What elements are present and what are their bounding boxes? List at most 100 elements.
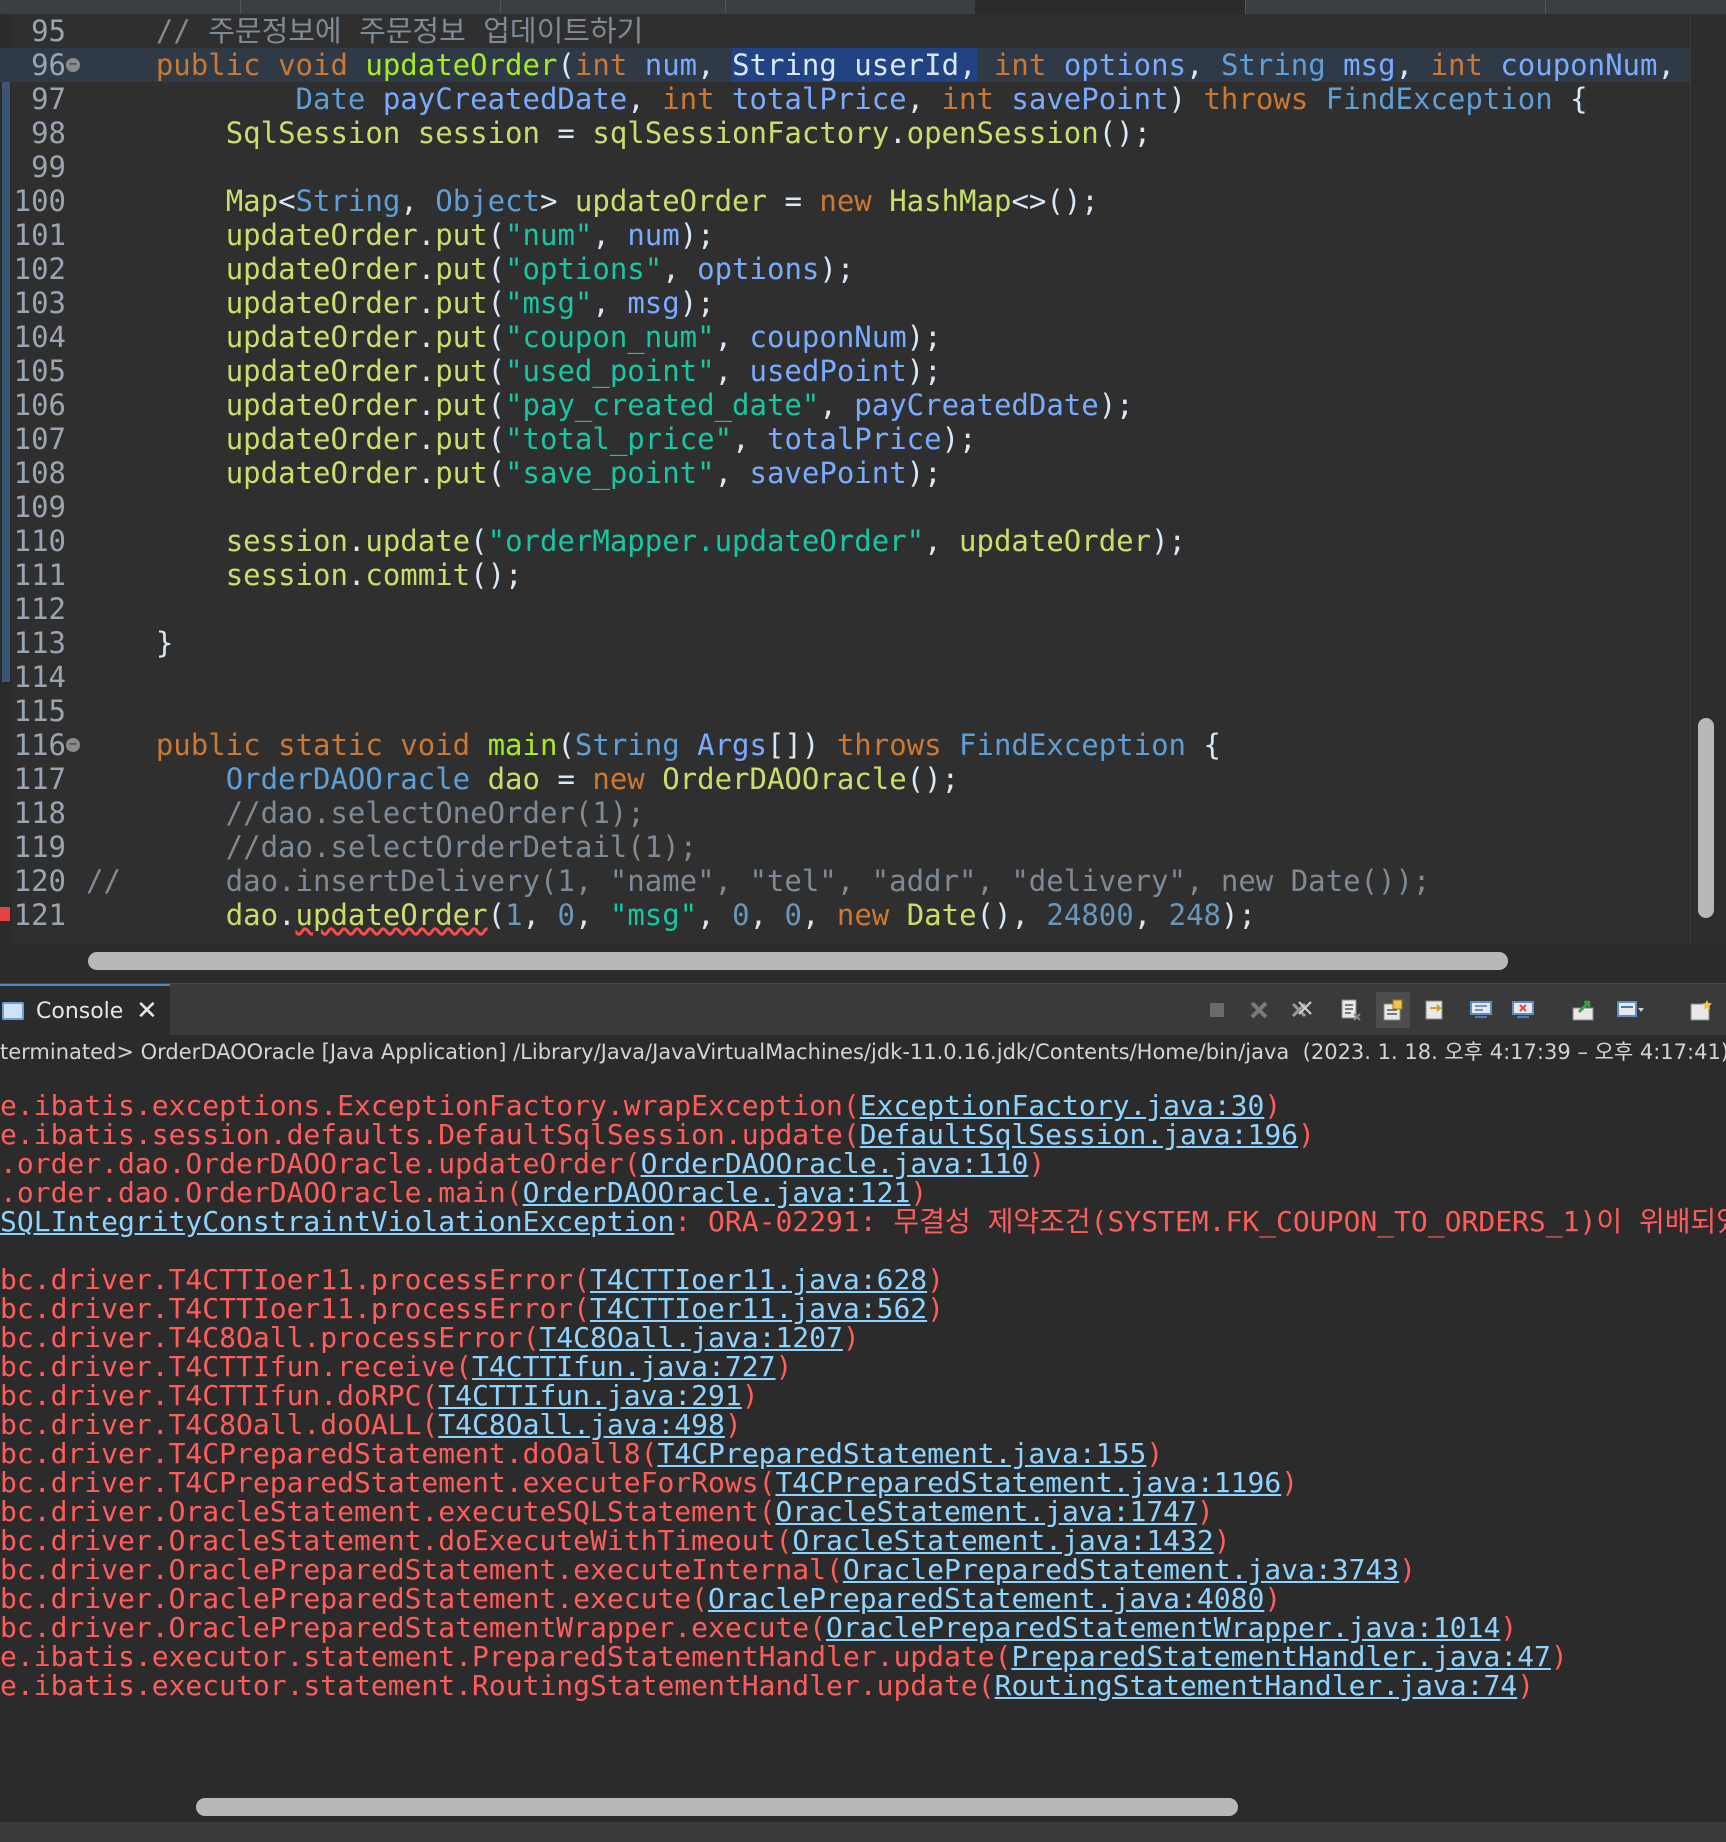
line-number: 99	[31, 150, 66, 184]
code-line[interactable]: 115	[0, 694, 1690, 728]
stack-frame-text: )	[741, 1379, 759, 1412]
line-number: 115	[13, 694, 66, 728]
code-line[interactable]: 96− public void updateOrder(int num, Str…	[0, 48, 1726, 82]
display-console-dropdown[interactable]	[1610, 992, 1650, 1028]
code-line[interactable]: 117 OrderDAOOracle dao = new OrderDAOOra…	[0, 762, 1690, 796]
stack-frame-text: )	[927, 1292, 945, 1325]
line-number: 96	[31, 48, 66, 82]
code-line[interactable]: 98 SqlSession session = sqlSessionFactor…	[0, 116, 1690, 150]
terminate-icon	[1210, 1003, 1224, 1017]
show-console-on-error-button[interactable]	[1506, 992, 1540, 1028]
editor-tab[interactable]	[0, 0, 241, 14]
stack-frame-text: )	[1298, 1118, 1315, 1151]
code-line[interactable]: 105 updateOrder.put("used_point", usedPo…	[0, 354, 1690, 388]
remove-all-icon	[1291, 1001, 1312, 1018]
code-line[interactable]: 114	[0, 660, 1690, 694]
remove-launch-button[interactable]	[1242, 992, 1276, 1028]
editor-tab-active[interactable]	[975, 0, 1246, 14]
stack-frame-text: )	[775, 1350, 793, 1383]
code-line[interactable]: 121 dao.updateOrder(1, 0, "msg", 0, 0, n…	[0, 898, 1690, 932]
code-text: updateOrder.put("save_point", savePoint)…	[225, 456, 942, 490]
code-text: updateOrder.put("options", options);	[225, 252, 855, 286]
word-wrap-icon	[1425, 1000, 1443, 1020]
clear-console-button[interactable]	[1334, 992, 1368, 1028]
console-line: SQLIntegrityConstraintViolationException…	[0, 1205, 1726, 1239]
line-number: 118	[13, 796, 66, 830]
pin-console-button[interactable]	[1566, 992, 1600, 1028]
display-console-icon	[1617, 1001, 1644, 1017]
line-number: 102	[13, 252, 66, 286]
code-line[interactable]: 101 updateOrder.put("num", num);	[0, 218, 1690, 252]
code-editor[interactable]: 95 // 주문정보에 주문정보 업데이트하기 96− public void u…	[0, 14, 1726, 944]
code-line[interactable]: 95 // 주문정보에 주문정보 업데이트하기	[0, 14, 1690, 48]
code-line[interactable]: 120 // dao.insertDelivery(1, "name", "tel…	[0, 864, 1690, 898]
code-line[interactable]: 111 session.commit();	[0, 558, 1690, 592]
word-wrap-button[interactable]	[1418, 992, 1452, 1028]
code-text: // dao.insertDelivery(1, "name", "tel", …	[86, 864, 1431, 898]
editor-horizontal-scrollbar[interactable]	[88, 952, 1508, 970]
code-text: updateOrder.put("total_price", totalPric…	[225, 422, 977, 456]
line-number: 109	[13, 490, 66, 524]
editor-tab[interactable]	[500, 0, 726, 14]
line-number: 101	[13, 218, 66, 252]
code-text: //dao.selectOneOrder(1);	[86, 796, 645, 830]
code-line[interactable]: 113 }	[0, 626, 1690, 660]
code-line[interactable]: 108 updateOrder.put("save_point", savePo…	[0, 456, 1690, 490]
fold-toggle-icon[interactable]: −	[66, 738, 80, 752]
editor-tab-strip	[0, 0, 1726, 14]
show-console-on-output-button[interactable]	[1464, 992, 1498, 1028]
code-line[interactable]: 118 //dao.selectOneOrder(1);	[0, 796, 1690, 830]
source-link[interactable]: SQLIntegrityConstraintViolationException	[0, 1205, 674, 1238]
terminate-button[interactable]	[1200, 992, 1234, 1028]
code-line[interactable]: 119 //dao.selectOrderDetail(1);	[0, 830, 1690, 864]
code-line[interactable]: 104 updateOrder.put("coupon_num", coupon…	[0, 320, 1690, 354]
code-line[interactable]: 112	[0, 592, 1690, 626]
editor-tab[interactable]	[725, 0, 976, 14]
code-text: session.update("orderMapper.updateOrder"…	[225, 524, 1187, 558]
editor-vertical-scrollbar[interactable]	[1698, 718, 1714, 918]
source-link[interactable]: RoutingStatementHandler.java:74	[995, 1669, 1518, 1702]
code-line[interactable]: 116− public static void main(String Args…	[0, 728, 1690, 762]
line-number: 104	[13, 320, 66, 354]
line-number: 95	[31, 14, 66, 48]
line-number: 119	[13, 830, 66, 864]
editor-tab[interactable]	[1245, 0, 1546, 14]
code-line[interactable]: 100 Map<String, Object> updateOrder = ne…	[0, 184, 1690, 218]
remove-all-button[interactable]	[1284, 992, 1318, 1028]
code-line[interactable]: 102 updateOrder.put("options", options);	[0, 252, 1690, 286]
line-number: 98	[31, 116, 66, 150]
code-line[interactable]: 110 session.update("orderMapper.updateOr…	[0, 524, 1690, 558]
code-line[interactable]: 103 updateOrder.put("msg", msg);	[0, 286, 1690, 320]
open-console-button[interactable]	[1684, 992, 1718, 1028]
console-process-status: terminated> OrderDAOOracle [Java Applica…	[0, 1035, 1726, 1069]
line-number: 97	[31, 82, 66, 116]
code-text: updateOrder.put("used_point", usedPoint)…	[225, 354, 942, 388]
code-line[interactable]: 109	[0, 490, 1690, 524]
code-line[interactable]: 99	[0, 150, 1690, 184]
line-number: 112	[13, 592, 66, 626]
code-line[interactable]: 106 updateOrder.put("pay_created_date", …	[0, 388, 1690, 422]
console-icon	[2, 1002, 24, 1020]
code-line[interactable]: 97 Date payCreatedDate, int totalPrice, …	[0, 82, 1690, 116]
code-text: }	[86, 626, 174, 660]
code-text: updateOrder.put("num", num);	[225, 218, 715, 252]
line-number: 106	[13, 388, 66, 422]
console-tab[interactable]: Console ✕	[0, 984, 170, 1036]
code-line[interactable]: 107 updateOrder.put("total_price", total…	[0, 422, 1690, 456]
close-icon[interactable]: ✕	[136, 996, 158, 1026]
line-number: 103	[13, 286, 66, 320]
console-line: e.ibatis.executor.statement.RoutingState…	[0, 1669, 1534, 1703]
error-marker-icon[interactable]	[0, 907, 10, 921]
code-text: Date payCreatedDate, int totalPrice, int…	[295, 82, 1588, 116]
editor-tab[interactable]	[240, 0, 501, 14]
fold-toggle-icon[interactable]: −	[66, 58, 80, 72]
scroll-lock-button[interactable]	[1376, 992, 1410, 1028]
status-bar	[0, 1822, 1726, 1842]
code-text: SqlSession session = sqlSessionFactory.o…	[225, 116, 1152, 150]
stack-frame-text: )	[1028, 1147, 1046, 1180]
console-horizontal-scrollbar[interactable]	[196, 1798, 1238, 1816]
show-on-err-icon	[1512, 1001, 1534, 1018]
console-output[interactable]: e.ibatis.exceptions.ExceptionFactory.wra…	[0, 1069, 1726, 1789]
console-tab-label: Console	[36, 999, 124, 1024]
line-number: 113	[13, 626, 66, 660]
